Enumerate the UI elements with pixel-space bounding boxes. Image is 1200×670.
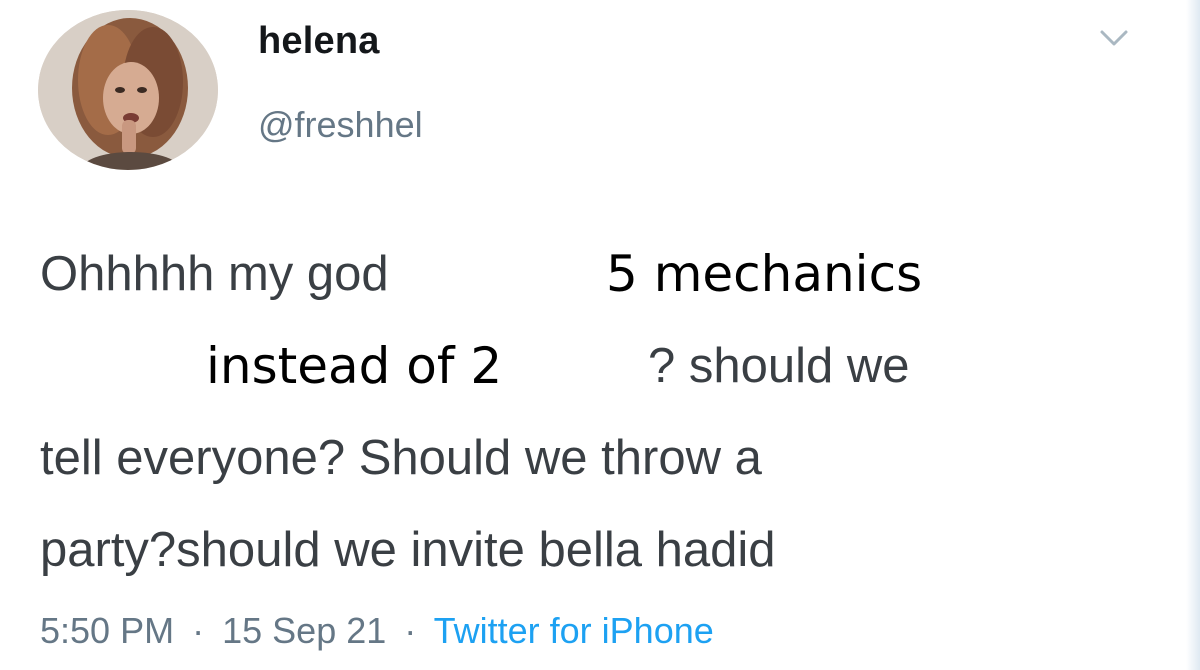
display-name[interactable]: helena xyxy=(258,20,380,63)
tweet-card: helena @freshhel Ohhhhh my god 5 mechani… xyxy=(0,0,1200,670)
tweet-line-3-text: tell everyone? Should we throw a xyxy=(40,431,762,485)
tweet-metadata: 5:50 PM · 15 Sep 21 · Twitter for iPhone xyxy=(40,610,714,652)
meta-separator: · xyxy=(192,610,205,651)
tweet-line-1-text: Ohhhhh my god xyxy=(40,247,389,301)
tweet-text: Ohhhhh my god 5 mechanics instead of 2 ?… xyxy=(40,228,1170,596)
overlay-text-1: 5 mechanics xyxy=(600,242,929,306)
tweet-line-4: party?should we invite bella hadid xyxy=(40,504,1170,596)
tweet-line-1: Ohhhhh my god 5 mechanics xyxy=(40,228,1170,320)
tweet-line-4-text: party?should we invite bella hadid xyxy=(40,523,776,577)
meta-separator: · xyxy=(404,610,417,651)
avatar[interactable] xyxy=(38,10,218,170)
chevron-down-icon[interactable] xyxy=(1094,22,1134,54)
scrollbar-edge xyxy=(1186,0,1200,670)
tweet-date[interactable]: 15 Sep 21 xyxy=(222,610,386,651)
overlay-text-2: instead of 2 xyxy=(200,334,509,398)
tweet-source-link[interactable]: Twitter for iPhone xyxy=(434,610,714,651)
tweet-line-3: tell everyone? Should we throw a xyxy=(40,412,1170,504)
user-handle[interactable]: @freshhel xyxy=(258,104,423,146)
tweet-time[interactable]: 5:50 PM xyxy=(40,610,174,651)
tweet-line-2-text: ? should we xyxy=(648,339,910,393)
avatar-image xyxy=(38,10,218,170)
tweet-line-2: instead of 2 ? should we xyxy=(40,320,1170,412)
